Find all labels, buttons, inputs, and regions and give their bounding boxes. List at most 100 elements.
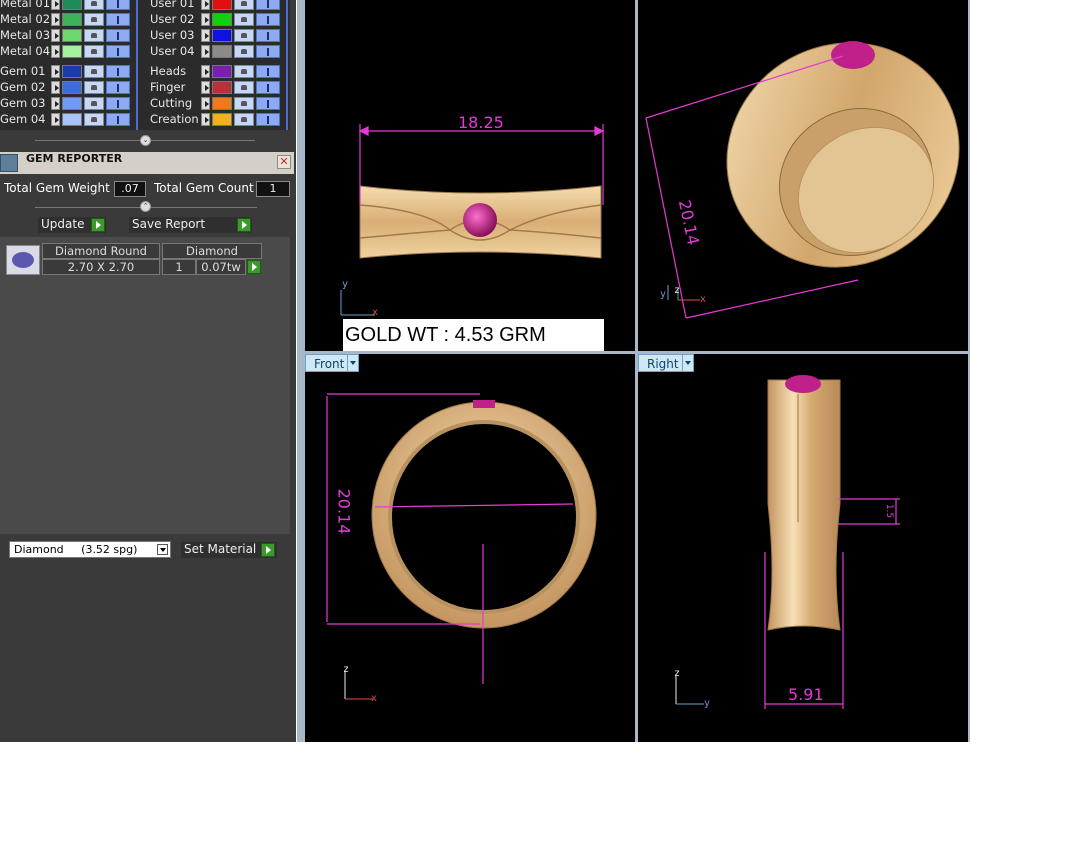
expand-arrow-icon[interactable] <box>201 97 210 110</box>
expand-arrow-icon[interactable] <box>51 81 60 94</box>
color-swatch[interactable] <box>212 65 232 78</box>
expand-arrow-icon[interactable] <box>51 29 60 42</box>
layer-row[interactable]: Gem 01 <box>0 64 136 79</box>
lock-icon[interactable] <box>234 29 254 42</box>
layer-row[interactable]: Finger <box>150 80 286 95</box>
color-swatch[interactable] <box>62 65 82 78</box>
lock-icon[interactable] <box>234 97 254 110</box>
update-button[interactable]: Update <box>38 217 106 233</box>
save-report-button[interactable]: Save Report <box>129 217 252 233</box>
visibility-toggle[interactable] <box>106 0 130 10</box>
visibility-toggle[interactable] <box>256 81 280 94</box>
layer-row[interactable]: User 04 <box>150 44 286 59</box>
lock-icon[interactable] <box>234 0 254 10</box>
color-swatch[interactable] <box>212 13 232 26</box>
expand-arrow-icon[interactable] <box>201 13 210 26</box>
visibility-toggle[interactable] <box>256 0 280 10</box>
layer-row[interactable]: Metal 04 <box>0 44 136 59</box>
visibility-toggle[interactable] <box>106 97 130 110</box>
viewport-perspective[interactable]: 20.14 y z x <box>638 0 968 351</box>
viewport-top[interactable]: 18.25 y x <box>305 0 635 351</box>
color-swatch[interactable] <box>62 29 82 42</box>
layer-row[interactable]: Cutting <box>150 96 286 111</box>
expand-arrow-icon[interactable] <box>51 0 60 10</box>
table-cell-weight[interactable]: 0.07tw <box>196 259 246 275</box>
color-swatch[interactable] <box>212 0 232 10</box>
color-swatch[interactable] <box>212 113 232 126</box>
axis-triad <box>667 285 700 301</box>
visibility-toggle[interactable] <box>256 113 280 126</box>
color-swatch[interactable] <box>62 0 82 10</box>
expand-arrow-icon[interactable] <box>201 45 210 58</box>
lock-icon[interactable] <box>84 29 104 42</box>
expand-arrow-icon[interactable] <box>51 13 60 26</box>
color-swatch[interactable] <box>62 45 82 58</box>
viewport-label-right[interactable]: Right <box>638 354 688 372</box>
visibility-toggle[interactable] <box>106 45 130 58</box>
layer-row[interactable]: Creation <box>150 112 286 127</box>
visibility-toggle[interactable] <box>106 13 130 26</box>
layer-row[interactable]: Gem 04 <box>0 112 136 127</box>
visibility-toggle[interactable] <box>256 13 280 26</box>
visibility-toggle[interactable] <box>106 113 130 126</box>
color-swatch[interactable] <box>62 81 82 94</box>
viewport-right[interactable]: Right 5.91 1.5 z y <box>638 354 968 742</box>
visibility-toggle[interactable] <box>106 81 130 94</box>
lock-icon[interactable] <box>84 65 104 78</box>
layer-row[interactable]: User 01 <box>150 0 286 11</box>
color-swatch[interactable] <box>212 81 232 94</box>
expand-arrow-icon[interactable] <box>201 29 210 42</box>
close-icon[interactable]: ✕ <box>277 155 291 169</box>
layer-row[interactable]: Heads <box>150 64 286 79</box>
expand-arrow-icon[interactable] <box>51 97 60 110</box>
expand-arrow-icon[interactable] <box>51 45 60 58</box>
layer-row[interactable]: Metal 02 <box>0 12 136 27</box>
table-cell-size[interactable]: 2.70 X 2.70 <box>42 259 160 275</box>
lock-icon[interactable] <box>84 81 104 94</box>
color-swatch[interactable] <box>62 97 82 110</box>
visibility-toggle[interactable] <box>106 65 130 78</box>
expand-arrow-icon[interactable] <box>201 0 210 10</box>
expand-arrow-icon[interactable] <box>51 113 60 126</box>
lock-icon[interactable] <box>234 65 254 78</box>
color-swatch[interactable] <box>62 13 82 26</box>
table-cell-count[interactable]: 1 <box>162 259 196 275</box>
set-material-button[interactable]: Set Material <box>181 542 277 558</box>
collapse-toggle-icon[interactable]: ⌃ <box>140 201 151 212</box>
chevron-down-icon[interactable] <box>682 354 694 372</box>
chevron-down-icon[interactable] <box>347 354 359 372</box>
layer-row[interactable]: User 03 <box>150 28 286 43</box>
visibility-toggle[interactable] <box>256 29 280 42</box>
lock-icon[interactable] <box>84 0 104 10</box>
expand-arrow-icon[interactable] <box>201 65 210 78</box>
lock-icon[interactable] <box>84 45 104 58</box>
layer-row[interactable]: User 02 <box>150 12 286 27</box>
collapse-toggle-icon[interactable]: ⌄ <box>140 135 151 146</box>
ring-front-view <box>371 400 597 629</box>
color-swatch[interactable] <box>212 97 232 110</box>
lock-icon[interactable] <box>234 13 254 26</box>
material-select[interactable]: Diamond (3.52 spg) <box>9 541 171 558</box>
layer-row[interactable]: Gem 03 <box>0 96 136 111</box>
lock-icon[interactable] <box>84 113 104 126</box>
lock-icon[interactable] <box>84 13 104 26</box>
lock-icon[interactable] <box>234 113 254 126</box>
color-swatch[interactable] <box>62 113 82 126</box>
expand-arrow-icon[interactable] <box>201 113 210 126</box>
expand-arrow-icon[interactable] <box>201 81 210 94</box>
layer-row[interactable]: Gem 02 <box>0 80 136 95</box>
viewport-front[interactable]: Front 20.14 z x <box>305 354 635 742</box>
layer-row[interactable]: Metal 03 <box>0 28 136 43</box>
visibility-toggle[interactable] <box>106 29 130 42</box>
visibility-toggle[interactable] <box>256 97 280 110</box>
expand-arrow-icon[interactable] <box>51 65 60 78</box>
color-swatch[interactable] <box>212 29 232 42</box>
layer-row[interactable]: Metal 01 <box>0 0 136 11</box>
visibility-toggle[interactable] <box>256 65 280 78</box>
color-swatch[interactable] <box>212 45 232 58</box>
lock-icon[interactable] <box>234 45 254 58</box>
lock-icon[interactable] <box>234 81 254 94</box>
lock-icon[interactable] <box>84 97 104 110</box>
play-arrow-icon[interactable] <box>247 260 261 274</box>
visibility-toggle[interactable] <box>256 45 280 58</box>
